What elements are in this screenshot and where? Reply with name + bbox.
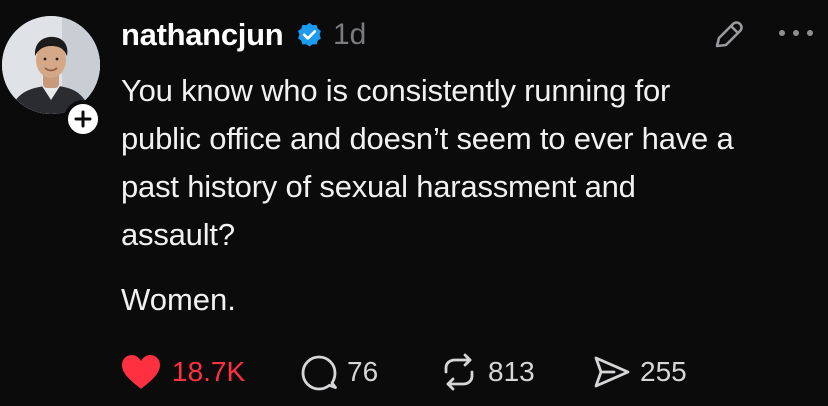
post-body-line: public office and doesn’t seem to ever h… [121, 121, 734, 156]
verified-badge-icon [298, 22, 321, 47]
speech-bubble-icon [301, 355, 337, 391]
post-body-line: assault? [121, 217, 235, 252]
like-count: 18.7K [172, 356, 246, 387]
heart-icon [122, 355, 160, 389]
ellipsis-icon[interactable] [776, 23, 816, 43]
reply-button[interactable]: 76 [299, 348, 378, 396]
repost-icon [444, 353, 474, 391]
thread-post: nathancjun 1d You know who is consistent… [0, 0, 828, 406]
send-icon [594, 356, 630, 388]
share-count: 255 [640, 356, 687, 387]
plus-icon [74, 110, 92, 128]
post-punchline: Women. [121, 282, 236, 317]
post-actions: 18.7K 76 813 255 [0, 348, 828, 396]
repost-count: 813 [488, 356, 535, 387]
post-body-line: You know who is consistently running for [121, 73, 671, 108]
post-timestamp: 1d [333, 18, 367, 51]
author-username[interactable]: nathancjun [121, 16, 284, 54]
share-button[interactable]: 255 [592, 348, 687, 396]
post-body: You know who is consistently running for… [121, 67, 811, 259]
reply-count: 76 [347, 356, 379, 387]
avatar-container [2, 16, 102, 138]
post-body-line: past history of sexual harassment and [121, 169, 636, 204]
pencil-icon[interactable] [707, 15, 747, 55]
follow-button[interactable] [64, 100, 102, 138]
like-button[interactable]: 18.7K [120, 348, 245, 396]
repost-button[interactable]: 813 [438, 348, 535, 396]
